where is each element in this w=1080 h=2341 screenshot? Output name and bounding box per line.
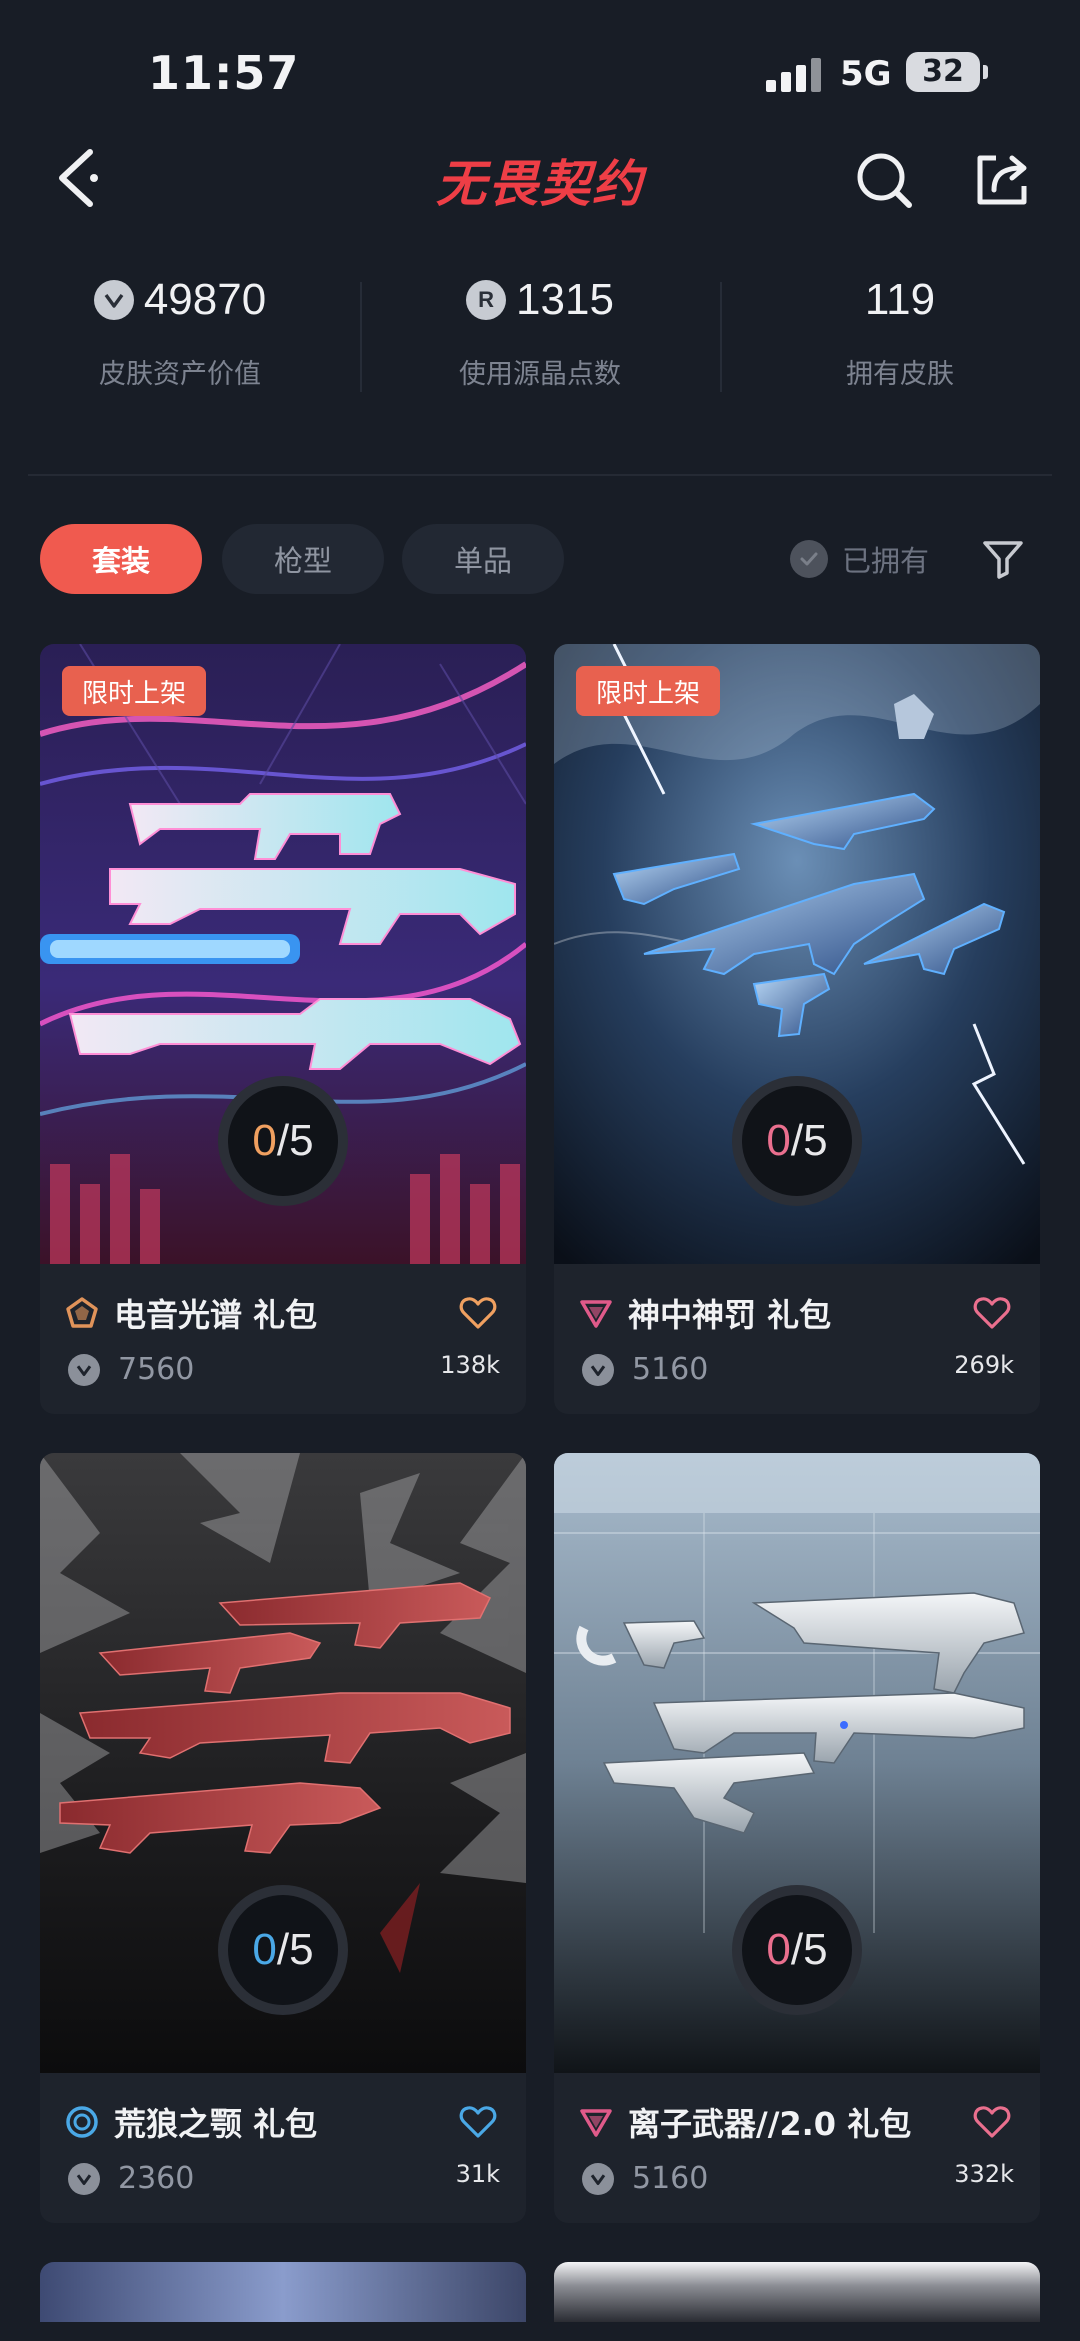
divider <box>28 474 1052 476</box>
bundle-name: 神中神罚 礼包 <box>628 1296 832 1334</box>
limited-badge: 限时上架 <box>62 666 207 716</box>
vp-coin-icon <box>582 2162 614 2195</box>
bundle-price: 2360 <box>118 2161 195 2196</box>
stat-value: 1315 <box>516 275 614 324</box>
bundle-name: 离子武器//2.0 礼包 <box>628 2105 912 2143</box>
stat-label: 使用源晶点数 <box>459 359 621 390</box>
vp-coin-icon <box>68 1353 100 1386</box>
favorite-heart-icon[interactable] <box>458 2102 498 2142</box>
stat-label: 皮肤资产价值 <box>99 359 261 390</box>
collection-progress: 0/5 <box>218 1076 348 1206</box>
stat-skin-value[interactable]: 49870 皮肤资产价值 <box>0 270 360 420</box>
owned-toggle[interactable]: 已拥有 <box>790 524 929 594</box>
favorite-heart-icon[interactable] <box>972 1293 1012 1333</box>
bundle-info: 电音光谱 礼包 7560 138k <box>40 1264 526 1414</box>
like-count: 332k <box>954 2159 1014 2188</box>
bundle-card[interactable]: 限时上架 0/5 神中神罚 礼包 5160 269k <box>554 644 1040 1414</box>
tier-triangle-icon <box>578 1295 614 1331</box>
like-count: 138k <box>440 1350 500 1379</box>
tier-triangle-icon <box>578 2104 614 2140</box>
bundle-artwork: 限时上架 0/5 <box>554 644 1040 1264</box>
collection-progress: 0/5 <box>732 1076 862 1206</box>
tab-weapon-type[interactable]: 枪型 <box>222 524 384 594</box>
status-time: 11:57 <box>148 46 300 100</box>
like-count: 269k <box>954 1350 1014 1379</box>
bundle-price: 7560 <box>118 1352 195 1387</box>
stat-label: 拥有皮肤 <box>846 359 954 390</box>
signal-icon <box>766 58 822 92</box>
favorite-heart-icon[interactable] <box>972 2102 1012 2142</box>
bundle-artwork: 限时上架 0/5 <box>40 644 526 1264</box>
top-nav-bar: 无畏契约 <box>0 130 1080 240</box>
stat-radianite[interactable]: R 1315 使用源晶点数 <box>360 270 720 420</box>
asset-stats: 49870 皮肤资产价值 R 1315 使用源晶点数 119 拥有皮肤 <box>0 270 1080 420</box>
filter-bar: 套装 枪型 单品 已拥有 <box>0 524 1080 594</box>
filter-icon <box>983 541 1023 579</box>
vp-coin-icon <box>68 2162 100 2195</box>
vp-coin-icon <box>582 1353 614 1386</box>
battery-icon: 32 <box>906 52 988 92</box>
bundle-price: 5160 <box>632 1352 709 1387</box>
bundle-name: 荒狼之颚 礼包 <box>114 2105 318 2143</box>
collection-progress: 0/5 <box>218 1885 348 2015</box>
stat-value: 119 <box>864 275 936 324</box>
stat-value: 49870 <box>143 275 267 324</box>
vp-coin-icon <box>93 280 134 320</box>
favorite-heart-icon[interactable] <box>458 1293 498 1333</box>
like-count: 31k <box>455 2159 500 2188</box>
share-icon <box>977 155 1027 205</box>
tab-single-items[interactable]: 单品 <box>402 524 564 594</box>
owned-label: 已拥有 <box>842 544 930 578</box>
bundle-info: 荒狼之颚 礼包 2360 31k <box>40 2073 526 2223</box>
bundle-info: 离子武器//2.0 礼包 5160 332k <box>554 2073 1040 2223</box>
stat-owned-skins[interactable]: 119 拥有皮肤 <box>720 270 1080 420</box>
tab-bundles[interactable]: 套装 <box>40 524 202 594</box>
tier-circle-icon <box>64 2104 100 2140</box>
status-bar: 11:57 5G 32 <box>0 0 1080 140</box>
filter-button[interactable] <box>976 532 1030 586</box>
check-icon <box>790 540 828 578</box>
limited-badge: 限时上架 <box>576 666 721 716</box>
bundle-card[interactable]: 0/5 离子武器//2.0 礼包 5160 332k <box>554 1453 1040 2223</box>
tier-pentagon-icon <box>64 1295 100 1331</box>
bundle-card-peek[interactable] <box>554 2262 1040 2322</box>
collection-progress: 0/5 <box>732 1885 862 2015</box>
radianite-icon: R <box>466 280 507 320</box>
network-type: 5G <box>840 54 892 94</box>
search-button[interactable] <box>844 140 924 220</box>
bundle-artwork: 0/5 <box>40 1453 526 2073</box>
bundle-name: 电音光谱 礼包 <box>114 1296 318 1334</box>
share-button[interactable] <box>962 140 1042 220</box>
bundle-card[interactable]: 0/5 荒狼之颚 礼包 2360 31k <box>40 1453 526 2223</box>
bundle-price: 5160 <box>632 2161 709 2196</box>
bundle-card-peek[interactable] <box>40 2262 526 2322</box>
bundle-card[interactable]: 限时上架 0/5 电音光谱 礼包 7560 138k <box>40 644 526 1414</box>
bundle-artwork: 0/5 <box>554 1453 1040 2073</box>
bundle-info: 神中神罚 礼包 5160 269k <box>554 1264 1040 1414</box>
search-icon <box>857 153 912 208</box>
